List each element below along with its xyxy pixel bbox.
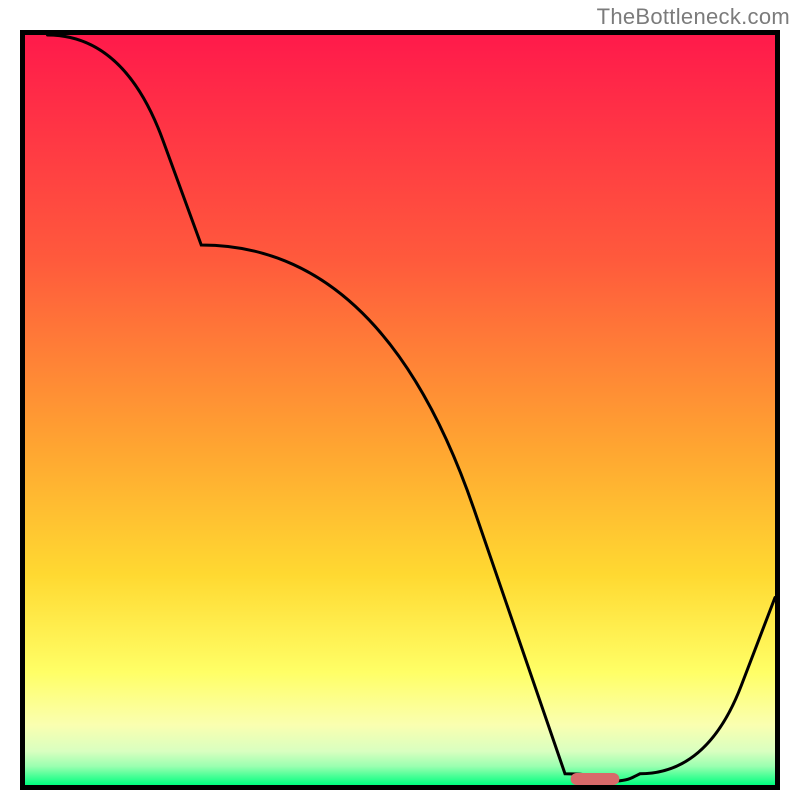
optimal-marker — [571, 773, 620, 785]
gradient-background — [25, 35, 775, 785]
chart-container — [20, 30, 780, 790]
bottleneck-chart — [20, 30, 780, 790]
attribution-text: TheBottleneck.com — [597, 4, 790, 30]
